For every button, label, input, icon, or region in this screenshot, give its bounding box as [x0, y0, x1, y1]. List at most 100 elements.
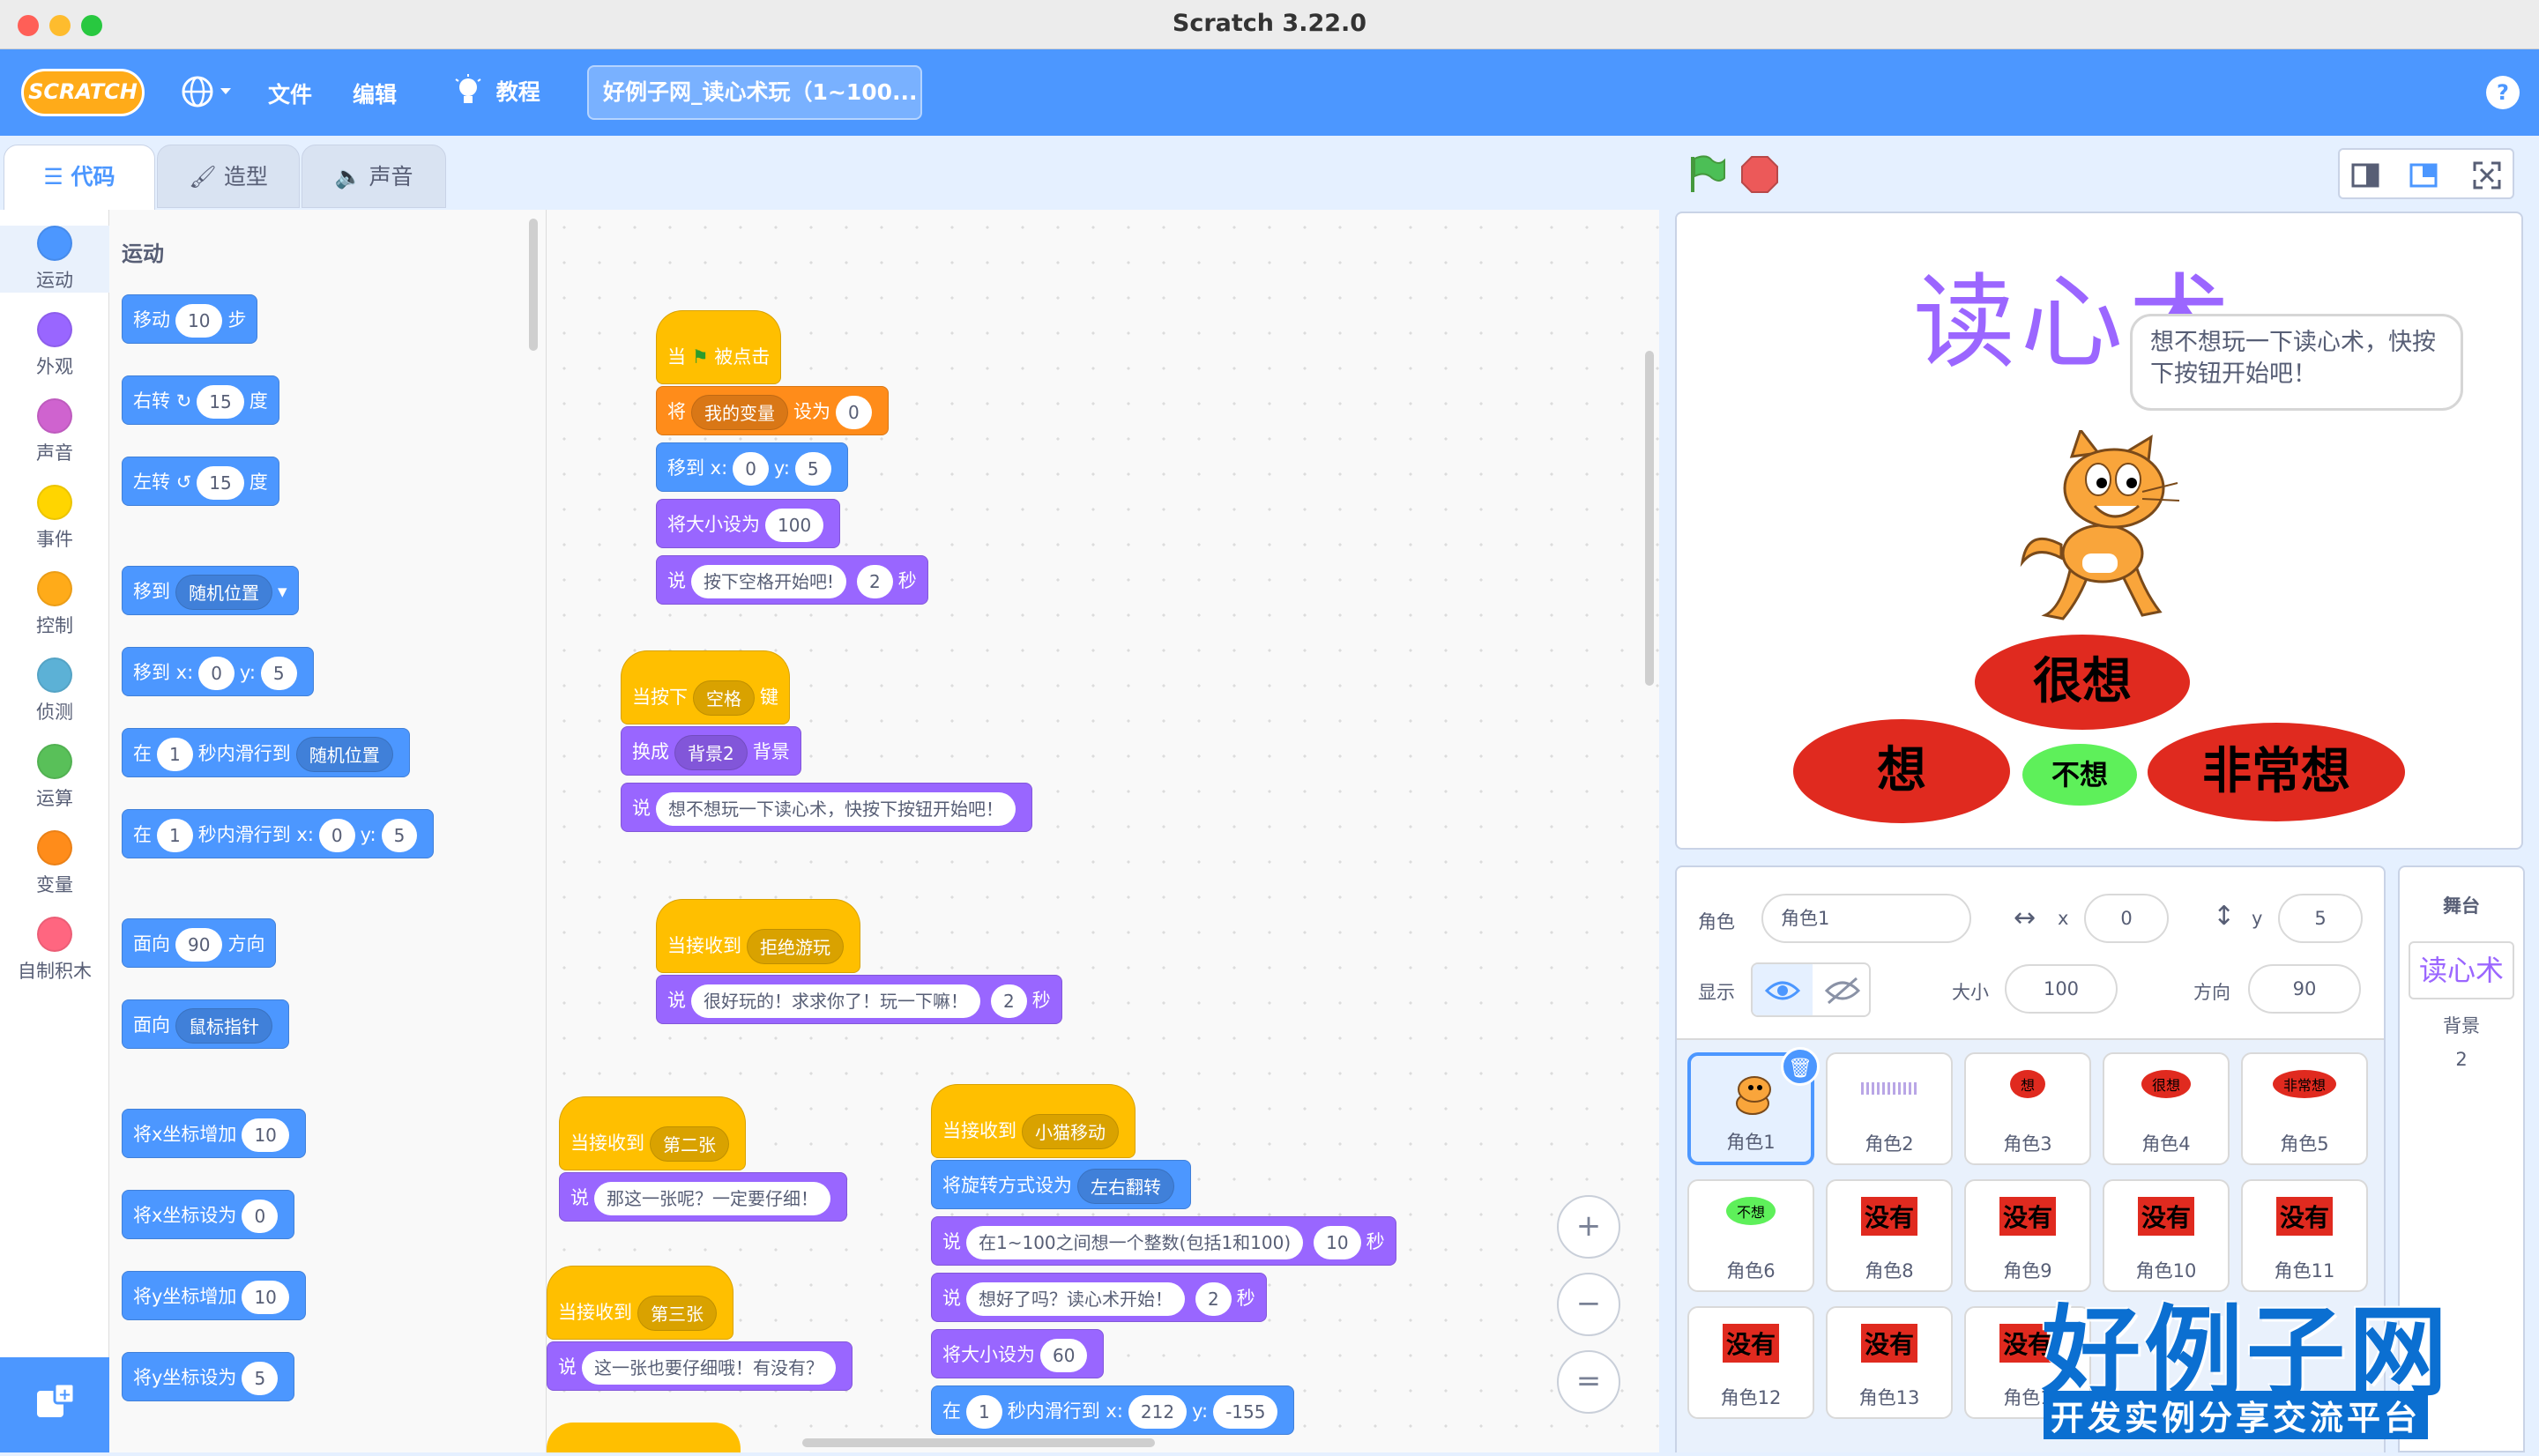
- sprite-name-input[interactable]: 角色1: [1761, 894, 1971, 943]
- category-7[interactable]: 变量: [0, 830, 109, 897]
- category-dot-icon: [37, 571, 72, 606]
- hide-sprite-button[interactable]: [1813, 964, 1869, 1015]
- show-sprite-button[interactable]: [1753, 964, 1813, 1015]
- fullscreen-icon[interactable]: [2472, 160, 2502, 190]
- tab-sounds[interactable]: 🔈 声音: [302, 145, 446, 208]
- category-8[interactable]: 自制积木: [0, 917, 109, 984]
- sprite-tile[interactable]: 角色1 🗑: [1687, 1047, 1820, 1165]
- workspace-vscrollbar[interactable]: [1645, 351, 1654, 686]
- block-say[interactable]: 说那这一张呢？一定要仔细！: [559, 1172, 847, 1222]
- category-dot-icon: [37, 398, 72, 434]
- category-4[interactable]: 控制: [0, 571, 109, 638]
- block-say-for-secs[interactable]: 说想好了吗？读心术开始！ 2 秒: [931, 1273, 1267, 1322]
- block-point-direction[interactable]: 面向 90 方向: [122, 918, 277, 968]
- block-set-rotation-style[interactable]: 将旋转方式设为 左右翻转: [931, 1160, 1191, 1209]
- block-when-key-pressed[interactable]: 当按下 空格键: [621, 650, 790, 724]
- tutorials-menu[interactable]: 教程: [453, 74, 540, 108]
- block-glide-target[interactable]: 在 1 秒内滑行到 随机位置: [122, 728, 410, 777]
- block-goto-xy[interactable]: 移到 x: 0 y: 5: [122, 647, 314, 696]
- tab-code[interactable]: ☰ 代码: [4, 145, 155, 212]
- palette-scrollbar[interactable]: [529, 219, 538, 351]
- sprite-thumbnail: 没有: [1966, 1197, 2089, 1236]
- block-say-for-secs[interactable]: 说按下空格开始吧! 2 秒: [656, 555, 928, 605]
- sprite-tile[interactable]: 角色2: [1826, 1052, 1953, 1165]
- button-not-want[interactable]: 不想: [2022, 744, 2137, 806]
- tab-code-label: 代码: [71, 164, 115, 189]
- large-stage-icon[interactable]: [2409, 160, 2438, 190]
- zoom-out-button[interactable]: −: [1557, 1273, 1620, 1336]
- edit-menu[interactable]: 编辑: [353, 78, 397, 109]
- block-goto-target[interactable]: 移到 随机位置 ▾: [122, 566, 299, 615]
- block-glide-xy[interactable]: 在 1 秒内滑行到 x: 0 y: 5: [122, 809, 435, 858]
- button-very-want[interactable]: 很想: [1975, 635, 2190, 730]
- tab-costumes[interactable]: 🖌 造型: [157, 145, 300, 208]
- sprite-tile[interactable]: 想角色3: [1964, 1052, 2091, 1165]
- scratch-logo[interactable]: SCRATCH: [21, 69, 145, 116]
- small-stage-icon[interactable]: [2350, 160, 2380, 190]
- workspace-hscrollbar[interactable]: [802, 1438, 1155, 1447]
- turn-right-icon: ↻: [175, 390, 192, 412]
- cat-sprite[interactable]: [2010, 430, 2195, 624]
- category-2[interactable]: 声音: [0, 398, 109, 465]
- block-change-y[interactable]: 将y坐标增加 10: [122, 1271, 306, 1320]
- block-say[interactable]: 说想不想玩一下读心术，快按下按钮开始吧！: [621, 783, 1032, 832]
- script-workspace[interactable]: 当 ⚑ 被点击 将我的变量 设为 0 移到 x: 0 y: 5 将大小设为 100 说按下空…: [547, 210, 1659, 1452]
- category-0[interactable]: 运动: [0, 226, 109, 293]
- y-input[interactable]: 5: [2278, 894, 2363, 943]
- block-set-variable[interactable]: 将我的变量 设为 0: [656, 386, 889, 435]
- sprite-tile[interactable]: 没有 角色8: [1826, 1179, 1953, 1292]
- sprite-tile-name: 角色12: [1720, 1387, 1782, 1408]
- backdrops-count: 2: [2455, 1049, 2468, 1070]
- block-say-for-secs[interactable]: 说在1~100之间想一个整数(包括1和100) 10 秒: [931, 1216, 1396, 1266]
- project-title-input[interactable]: 好例子网_读心术玩（1~100...: [587, 65, 922, 120]
- block-set-size[interactable]: 将大小设为 60: [931, 1329, 1105, 1378]
- block-set-y[interactable]: 将y坐标设为 5: [122, 1352, 295, 1401]
- help-button[interactable]: ?: [2486, 76, 2520, 109]
- block-partial-hat[interactable]: [547, 1423, 741, 1452]
- green-flag-button[interactable]: [1686, 153, 1730, 196]
- stop-button[interactable]: [1739, 153, 1781, 196]
- category-6[interactable]: 运算: [0, 744, 109, 811]
- block-say[interactable]: 说这一张也要仔细哦！有没有？: [547, 1341, 853, 1391]
- language-menu[interactable]: [180, 74, 236, 115]
- zoom-in-button[interactable]: +: [1557, 1195, 1620, 1259]
- file-menu[interactable]: 文件: [268, 78, 312, 109]
- block-when-receive[interactable]: 当接收到 第二张: [559, 1096, 746, 1170]
- category-dot-icon: [37, 744, 72, 779]
- block-switch-backdrop[interactable]: 换成 背景2 背景: [621, 726, 801, 776]
- delete-sprite-icon[interactable]: 🗑: [1781, 1047, 1820, 1086]
- size-input[interactable]: 100: [2005, 964, 2118, 1014]
- block-glide-xy[interactable]: 在 1 秒内滑行到 x: 212 y: -155: [931, 1385, 1295, 1435]
- sprite-tile[interactable]: 没有 角色12: [1687, 1306, 1814, 1419]
- block-move-steps[interactable]: 移动 10 步: [122, 294, 258, 344]
- sprite-tile[interactable]: 不想 角色6: [1687, 1179, 1814, 1292]
- block-change-x[interactable]: 将x坐标增加 10: [122, 1109, 306, 1158]
- button-extremely-want[interactable]: 非常想: [2148, 723, 2405, 821]
- sprite-tile[interactable]: 没有 角色13: [1826, 1306, 1953, 1419]
- category-1[interactable]: 外观: [0, 312, 109, 379]
- block-set-size[interactable]: 将大小设为 100: [656, 499, 841, 548]
- block-when-receive[interactable]: 当接收到 小猫移动: [931, 1084, 1135, 1158]
- block-say-for-secs[interactable]: 说很好玩的！求求你了！玩一下嘛！ 2 秒: [656, 975, 1062, 1024]
- block-set-x[interactable]: 将x坐标设为 0: [122, 1190, 295, 1239]
- zoom-reset-button[interactable]: =: [1557, 1350, 1620, 1414]
- stage-canvas[interactable]: 读心术 想不想玩一下读心术，快按下按钮开始吧！ 很想 想 不想 非常想: [1675, 212, 2523, 850]
- block-when-receive[interactable]: 当接收到 拒绝游玩: [656, 899, 860, 973]
- block-turn-right[interactable]: 右转 ↻ 15 度: [122, 375, 279, 425]
- sprite-tile[interactable]: 很想 角色4: [2103, 1052, 2230, 1165]
- block-turn-left[interactable]: 左转 ↺ 15 度: [122, 457, 279, 506]
- direction-input[interactable]: 90: [2248, 964, 2361, 1014]
- stage-thumbnail[interactable]: 读心术: [2409, 941, 2514, 999]
- block-goto-xy[interactable]: 移到 x: 0 y: 5: [656, 442, 848, 492]
- block-when-receive[interactable]: 当接收到 第三张: [547, 1266, 733, 1340]
- category-3[interactable]: 事件: [0, 485, 109, 552]
- x-input[interactable]: 0: [2084, 894, 2169, 943]
- block-point-towards[interactable]: 面向 鼠标指针: [122, 999, 289, 1049]
- sprite-tile[interactable]: 非常想 角色5: [2241, 1052, 2368, 1165]
- add-extension-button[interactable]: +: [0, 1357, 109, 1452]
- block-when-flag-clicked[interactable]: 当 ⚑ 被点击: [656, 310, 782, 384]
- category-5[interactable]: 侦测: [0, 657, 109, 724]
- button-want[interactable]: 想: [1793, 719, 2010, 823]
- watermark-tagline: 开发实例分享交流平台: [2044, 1391, 2429, 1439]
- sprite-thumbnail: [1828, 1070, 1951, 1107]
